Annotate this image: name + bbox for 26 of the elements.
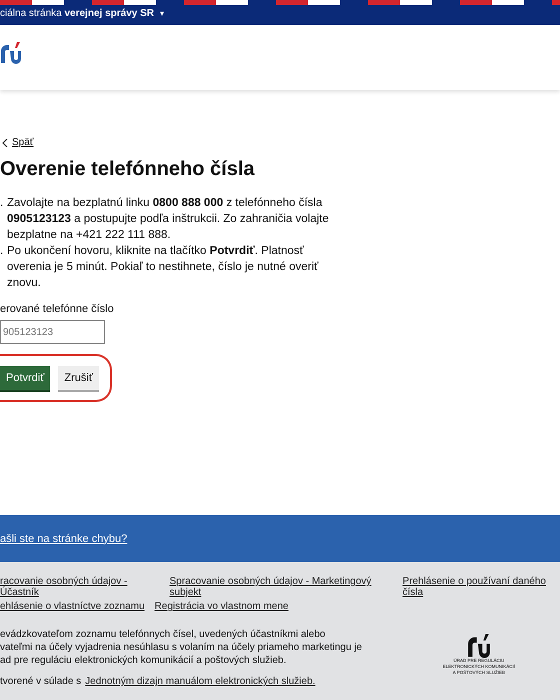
footer-link[interactable]: ehlásenie o vlastníctve zoznamu xyxy=(0,601,145,612)
list-marker: . xyxy=(0,196,3,211)
list-marker: . xyxy=(0,244,3,259)
back-link[interactable]: Späť xyxy=(0,137,560,148)
chevron-icon xyxy=(2,138,8,146)
instruction-text: Po ukončení hovoru, kliknite na tlačítko Potvrdiť. Platnosť overenia je 5 minút. Pokiaľ to nestihnete, číslo je nutné overiť znovu. xyxy=(7,244,320,291)
field-label: erované telefónne číslo xyxy=(0,303,115,315)
caret-icon[interactable]: ▾ xyxy=(160,9,164,18)
official-site-text: ciálna stránka verejnej správy SR xyxy=(0,8,154,19)
footer-link[interactable]: Spracovanie osobných údajov - Marketingový subjekt xyxy=(170,576,393,598)
logo-icon xyxy=(466,634,492,658)
instruction-text: Zavolajte na bezplatnú linku 0800 888 000 z telefónneho čísla 0905123123 a postupujte podľa inštrukcii. Zo zahraničia volajte bezplatne na +421 222 111 888. xyxy=(7,196,330,243)
feedback-link[interactable]: ašli ste na stránke chybu? xyxy=(0,532,128,544)
phone-input-field[interactable]: 905123123 xyxy=(0,320,105,344)
manual-link[interactable]: Jednotným dizajn manuálom elektronických služieb. xyxy=(85,676,316,687)
footer-link[interactable]: racovanie osobných údajov - Účastník xyxy=(0,576,160,598)
page-title: Overenie telefónneho čísla xyxy=(0,158,256,181)
footer-text: ad pre reguláciu elektronických komunikácií a poštových služieb. xyxy=(0,654,288,667)
footer-link[interactable]: Prehlásenie o používaní daného čísla xyxy=(402,576,560,598)
footer-text: tvorené v súlade s xyxy=(0,676,82,687)
footer-text: vateľmi na účely vyjadrenia nesúhlasu s volaním na účely priameho marketingu je xyxy=(0,641,362,654)
logo-icon[interactable] xyxy=(0,42,22,64)
cancel-button[interactable]: Zrušiť xyxy=(58,366,99,390)
confirm-button[interactable]: Potvrdiť xyxy=(0,366,50,390)
footer-link[interactable]: Registrácia vo vlastnom mene xyxy=(154,601,288,612)
footer-text: evádzkovateľom zoznamu telefónnych čísel, uvedených účastníkmi alebo xyxy=(0,628,326,641)
